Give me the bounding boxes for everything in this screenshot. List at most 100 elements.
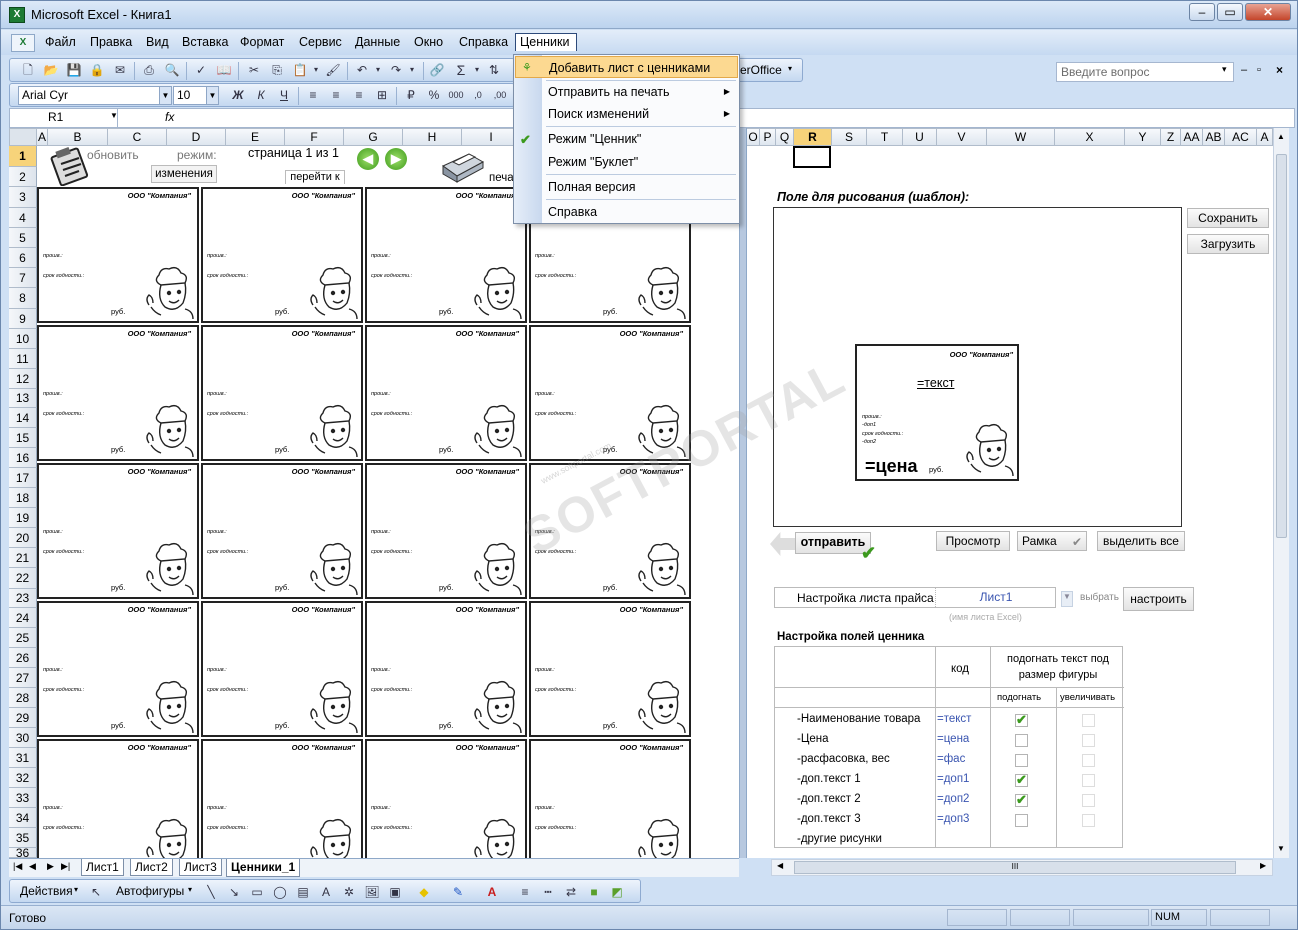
close-button[interactable]: ✕ <box>1245 3 1291 21</box>
price-tag-card[interactable]: ООО "Компания" прошв.: срок годности.: руб. <box>529 601 691 737</box>
row-header[interactable]: 25 <box>9 628 37 648</box>
tab-sheet3[interactable]: Лист3 <box>179 859 222 876</box>
menu-mode-booklet[interactable]: Режим "Буклет" <box>515 151 738 173</box>
column-header[interactable]: D <box>167 128 226 146</box>
redo-dropdown-icon[interactable]: ▾ <box>404 62 420 78</box>
tab-sheet1[interactable]: Лист1 <box>81 859 124 876</box>
menu-mode-tag[interactable]: Режим "Ценник" <box>515 128 738 150</box>
thousands-icon[interactable]: 000 <box>448 87 464 103</box>
price-sheet-name[interactable]: Лист1 <box>935 588 1056 607</box>
next-page-icon[interactable]: ▶ <box>385 148 407 170</box>
autosum-icon[interactable]: Σ <box>453 62 469 78</box>
row-header[interactable]: 5 <box>9 228 37 248</box>
row-header[interactable]: 27 <box>9 668 37 688</box>
select-all-button[interactable]: выделить все <box>1097 531 1185 551</box>
column-header[interactable]: E <box>226 128 285 146</box>
update-button[interactable]: обновить <box>87 148 139 162</box>
clipart-icon[interactable]: 🖼 <box>364 884 380 900</box>
row-header[interactable]: 26 <box>9 648 37 668</box>
column-header[interactable]: A <box>37 128 48 146</box>
row-header[interactable]: 1 <box>9 146 37 167</box>
scroll-up-icon[interactable]: ▲ <box>1277 132 1285 141</box>
column-header[interactable]: H <box>403 128 462 146</box>
column-header[interactable]: AC <box>1225 128 1257 146</box>
price-tag-card[interactable]: ООО "Компания" прошв.: срок годности.: руб. <box>37 325 199 461</box>
choose-label[interactable]: выбрать <box>1080 592 1119 603</box>
fx-icon[interactable]: fx <box>165 110 174 124</box>
field-code[interactable]: =текст <box>937 713 971 725</box>
row-header[interactable]: 30 <box>9 728 37 748</box>
menu-format[interactable]: Формат <box>236 34 288 52</box>
redo-icon[interactable]: ↷ <box>388 62 404 78</box>
selected-cell[interactable] <box>793 146 831 168</box>
row-header[interactable]: 28 <box>9 688 37 708</box>
column-header[interactable]: O <box>747 128 760 146</box>
row-header[interactable]: 6 <box>9 248 37 268</box>
percent-icon[interactable]: % <box>426 87 442 103</box>
fit-checkbox[interactable]: ✔ <box>1015 772 1028 787</box>
line-style-icon[interactable]: ≡ <box>517 884 533 900</box>
menu-send-to-print[interactable]: Отправить на печать ▶ <box>515 81 738 103</box>
format-painter-icon[interactable]: 🖌 <box>325 62 341 78</box>
column-header[interactable]: R <box>794 128 832 146</box>
price-tag-card[interactable]: ООО "Компания" прошв.: срок годности.: руб. <box>365 463 527 599</box>
price-tag-card[interactable]: ООО "Компания" прошв.: срок годности.: <box>529 739 691 872</box>
row-header[interactable]: 31 <box>9 748 37 768</box>
cut-icon[interactable]: ✂ <box>246 62 262 78</box>
column-header[interactable]: X <box>1055 128 1125 146</box>
scroll-left-icon[interactable]: ◀ <box>777 861 783 870</box>
enlarge-checkbox[interactable] <box>1082 714 1095 727</box>
autosum-dropdown-icon[interactable]: ▾ <box>469 62 485 78</box>
price-tag-card[interactable]: ООО "Компания" прошв.: срок годности.: руб. <box>37 187 199 323</box>
align-right-icon[interactable]: ≡ <box>351 87 367 103</box>
price-tag-card[interactable]: ООО "Компания" прошв.: срок годности.: <box>201 739 363 872</box>
price-tag-card[interactable]: ООО "Компания" прошв.: срок годности.: <box>37 739 199 872</box>
picture-icon[interactable]: ▣ <box>387 884 403 900</box>
prev-page-icon[interactable]: ◀ <box>357 148 379 170</box>
ask-question-input[interactable]: Введите вопрос <box>1056 62 1234 82</box>
price-tag-card[interactable]: ООО "Компания" прошв.: срок годности.: <box>365 739 527 872</box>
select-objects-icon[interactable]: ↖ <box>88 884 104 900</box>
row-header[interactable]: 8 <box>9 288 37 309</box>
tab-price-tags-1[interactable]: Ценники_1 <box>226 859 301 877</box>
italic-icon[interactable]: К <box>253 87 269 103</box>
vertical-scrollbar[interactable]: ▲ ▼ <box>1273 128 1289 858</box>
enlarge-checkbox[interactable] <box>1082 794 1095 807</box>
actions-menu[interactable]: Действия <box>20 884 73 898</box>
undo-dropdown-icon[interactable]: ▾ <box>370 62 386 78</box>
row-header[interactable]: 18 <box>9 488 37 508</box>
fit-checkbox[interactable] <box>1015 814 1028 827</box>
doc-minimize-icon[interactable]: – <box>1241 64 1247 76</box>
3d-icon[interactable]: ◩ <box>609 884 625 900</box>
row-header[interactable]: 13 <box>9 389 37 408</box>
underline-icon[interactable]: Ч <box>276 87 292 103</box>
wordart-icon[interactable]: A <box>318 884 334 900</box>
row-header[interactable]: 23 <box>9 589 37 608</box>
menu-file[interactable]: Файл <box>41 34 80 52</box>
increase-decimal-icon[interactable]: ,0 <box>470 87 486 103</box>
column-header[interactable]: A <box>1257 128 1273 146</box>
select-all-corner[interactable] <box>9 128 37 146</box>
doc-restore-icon[interactable]: ▫ <box>1257 64 1261 76</box>
menu-window[interactable]: Окно <box>410 34 447 52</box>
price-tag-card[interactable]: ООО "Компания" прошв.: срок годности.: руб. <box>37 463 199 599</box>
ask-dropdown-icon[interactable]: ▾ <box>1222 64 1227 75</box>
openoffice-dropdown-icon[interactable]: ▾ <box>788 64 792 73</box>
scroll-right-icon[interactable]: ▶ <box>1260 861 1266 870</box>
column-header[interactable]: G <box>344 128 403 146</box>
menu-help-item[interactable]: Справка <box>515 201 738 223</box>
row-header[interactable]: 33 <box>9 788 37 808</box>
column-header[interactable]: Q <box>776 128 794 146</box>
undo-icon[interactable]: ↶ <box>354 62 370 78</box>
fill-color-icon[interactable]: ◆ <box>416 884 432 900</box>
row-header[interactable]: 29 <box>9 708 37 728</box>
column-header[interactable]: B <box>48 128 108 146</box>
mode-button[interactable]: изменения <box>151 165 217 183</box>
email-icon[interactable]: ✉ <box>112 62 128 78</box>
open-icon[interactable]: 📂 <box>43 62 59 78</box>
tab-sheet2[interactable]: Лист2 <box>130 859 173 876</box>
paste-icon[interactable]: 📋 <box>292 62 308 78</box>
chevron-down-icon[interactable]: ▼ <box>1061 591 1073 607</box>
column-header[interactable]: T <box>867 128 903 146</box>
price-tag-card[interactable]: ООО "Компания" прошв.: срок годности.: руб. <box>201 325 363 461</box>
